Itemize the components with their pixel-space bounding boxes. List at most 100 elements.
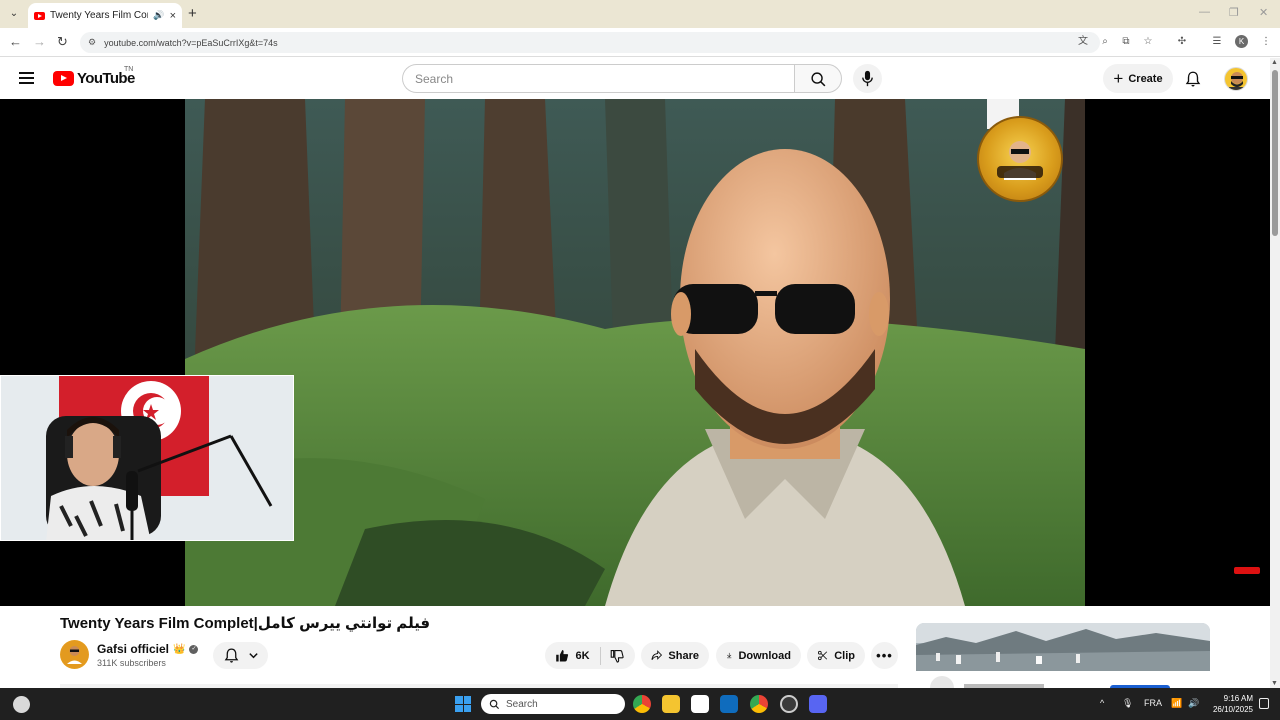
zoom-icon[interactable]: ⌕ xyxy=(1099,36,1111,48)
share-label: Share xyxy=(668,649,699,662)
thumbs-up-icon[interactable] xyxy=(555,648,570,664)
subscriber-count: 311K subscribers xyxy=(97,658,166,668)
bookmark-star-icon[interactable]: ☆ xyxy=(1142,36,1154,48)
region-code: TN xyxy=(124,66,134,73)
verified-check-icon: ✓ xyxy=(189,644,199,654)
back-arrow-icon[interactable]: ← xyxy=(9,34,22,49)
scroll-down-arrow-icon[interactable]: ▼ xyxy=(1271,680,1278,687)
subscribed-notifications-button[interactable] xyxy=(213,642,268,669)
translate-icon[interactable]: 文 xyxy=(1077,36,1089,48)
scroll-up-arrow-icon[interactable]: ▲ xyxy=(1271,59,1278,66)
file-explorer-icon[interactable] xyxy=(662,695,680,713)
account-avatar[interactable] xyxy=(1224,67,1248,91)
taskbar-clock[interactable]: 9:16 AM 26/10/2025 xyxy=(1205,693,1253,715)
endscreen-subscribe-icon[interactable] xyxy=(1234,567,1260,574)
browser-menu-icon[interactable]: ⋮ xyxy=(1260,36,1272,48)
taskbar-search-box[interactable]: Search xyxy=(481,694,625,714)
microsoft-store-icon[interactable] xyxy=(691,695,709,713)
extensions-icon[interactable]: ✣ xyxy=(1176,36,1188,48)
like-dislike-group: 6K xyxy=(545,642,635,669)
search-button[interactable] xyxy=(794,64,842,93)
browser-tab-bar: ⌄ Twenty Years Film Complet| 🔊 × + — ❐ ✕ xyxy=(0,0,1280,28)
voice-search-button[interactable] xyxy=(853,64,882,93)
bell-icon xyxy=(224,648,238,663)
download-label: Download xyxy=(738,649,791,662)
scrollbar-thumb[interactable] xyxy=(1272,70,1278,236)
tab-audio-icon[interactable]: 🔊 xyxy=(153,10,164,21)
volume-icon[interactable]: 🔊 xyxy=(1188,698,1199,709)
window-restore-button[interactable]: ❐ xyxy=(1229,6,1239,19)
scissors-icon xyxy=(817,650,828,661)
obs-studio-icon[interactable] xyxy=(780,695,798,713)
recommended-video-thumbnail[interactable] xyxy=(916,623,1210,671)
channel-avatar-image xyxy=(60,640,89,669)
avatar-face-icon xyxy=(1229,72,1245,90)
recommended-video-info-row xyxy=(916,674,1210,688)
taskbar-search-icon xyxy=(489,699,500,709)
start-tile-icon xyxy=(463,696,471,704)
site-info-icon[interactable]: ⚙ xyxy=(88,37,96,48)
microphone-icon xyxy=(862,70,873,87)
discord-icon[interactable] xyxy=(809,695,827,713)
window-minimize-button[interactable]: — xyxy=(1199,6,1210,18)
channel-name[interactable]: Gafsi officiel 👑 ✓ xyxy=(97,642,199,656)
chevron-down-icon xyxy=(248,653,258,659)
channel-avatar[interactable] xyxy=(60,640,89,669)
youtube-header: YouTube TN Search + Create xyxy=(0,58,1270,99)
taskbar-search-placeholder: Search xyxy=(506,698,538,710)
notifications-center-icon[interactable] xyxy=(1259,698,1269,709)
more-actions-button[interactable]: ••• xyxy=(871,642,898,669)
like-count[interactable]: 6K xyxy=(576,650,590,662)
wifi-icon[interactable]: 📶 xyxy=(1171,698,1182,709)
reload-icon[interactable]: ↻ xyxy=(57,34,68,50)
windows-taskbar: Search ^ 🎙 FRA 📶 🔊 9:16 AM 26/10/2025 xyxy=(0,688,1280,720)
download-button[interactable]: Download xyxy=(716,642,801,669)
video-frame[interactable] xyxy=(185,99,1085,606)
install-app-icon[interactable]: ⧉ xyxy=(1120,36,1132,48)
tray-microphone-icon[interactable]: 🎙 xyxy=(1122,698,1133,709)
start-menu-windows-icon[interactable] xyxy=(455,696,471,712)
browser-profile-avatar[interactable]: K xyxy=(1235,35,1248,48)
video-title: Twenty Years Film Complet|فيلم توانتي يي… xyxy=(60,615,431,632)
chrome-app-icon[interactable] xyxy=(633,695,651,713)
url-field[interactable]: ⚙ youtube.com/watch?v=pEaSuCrrIXg&t=74s xyxy=(80,32,1100,53)
create-button[interactable]: + Create xyxy=(1103,64,1173,93)
share-arrow-icon xyxy=(651,650,663,661)
youtube-play-icon xyxy=(53,71,74,86)
share-button[interactable]: Share xyxy=(641,642,709,669)
browser-tab-active[interactable]: Twenty Years Film Complet| 🔊 × xyxy=(28,3,182,28)
like-divider xyxy=(599,646,601,665)
url-text: youtube.com/watch?v=pEaSuCrrIXg&t=74s xyxy=(104,37,278,48)
start-tile-icon xyxy=(463,704,471,712)
clip-button[interactable]: Clip xyxy=(807,642,865,669)
webcam-image xyxy=(1,376,293,540)
language-indicator[interactable]: FRA xyxy=(1144,698,1162,708)
weather-widget-icon[interactable] xyxy=(13,696,30,713)
new-tab-button[interactable]: + xyxy=(188,5,197,22)
crown-icon: 👑 xyxy=(173,643,186,655)
streamer-webcam-overlay xyxy=(0,375,294,541)
window-close-button[interactable]: ✕ xyxy=(1259,6,1268,19)
chrome-profile-icon[interactable] xyxy=(750,695,768,713)
search-input[interactable]: Search xyxy=(402,64,794,93)
browser-address-bar: ← → ↻ ⚙ youtube.com/watch?v=pEaSuCrrIXg&… xyxy=(0,28,1280,57)
recommended-info-cropped-image xyxy=(930,676,1170,688)
video-player[interactable] xyxy=(0,99,1270,606)
thumbs-down-icon[interactable] xyxy=(610,648,625,664)
reading-list-icon[interactable]: ☰ xyxy=(1211,36,1223,48)
tab-title: Twenty Years Film Complet| xyxy=(50,10,148,21)
forward-arrow-icon[interactable]: → xyxy=(33,34,46,49)
tab-search-button[interactable]: ⌄ xyxy=(6,6,22,22)
channel-name-text: Gafsi officiel xyxy=(97,642,170,656)
show-hidden-icons-chevron-icon[interactable]: ^ xyxy=(1100,698,1104,708)
youtube-favicon-icon xyxy=(34,11,45,20)
channel-watermark-logo[interactable] xyxy=(977,116,1063,202)
clock-time: 9:16 AM xyxy=(1223,694,1253,703)
youtube-logo[interactable]: YouTube TN xyxy=(53,66,135,87)
page-scrollbar[interactable]: ▲ ▼ xyxy=(1270,58,1280,688)
notifications-bell-icon[interactable] xyxy=(1184,70,1202,88)
outlook-icon[interactable] xyxy=(720,695,738,713)
create-label: Create xyxy=(1128,72,1163,85)
hamburger-menu-icon[interactable] xyxy=(19,72,34,84)
tab-close-button[interactable]: × xyxy=(170,10,176,22)
